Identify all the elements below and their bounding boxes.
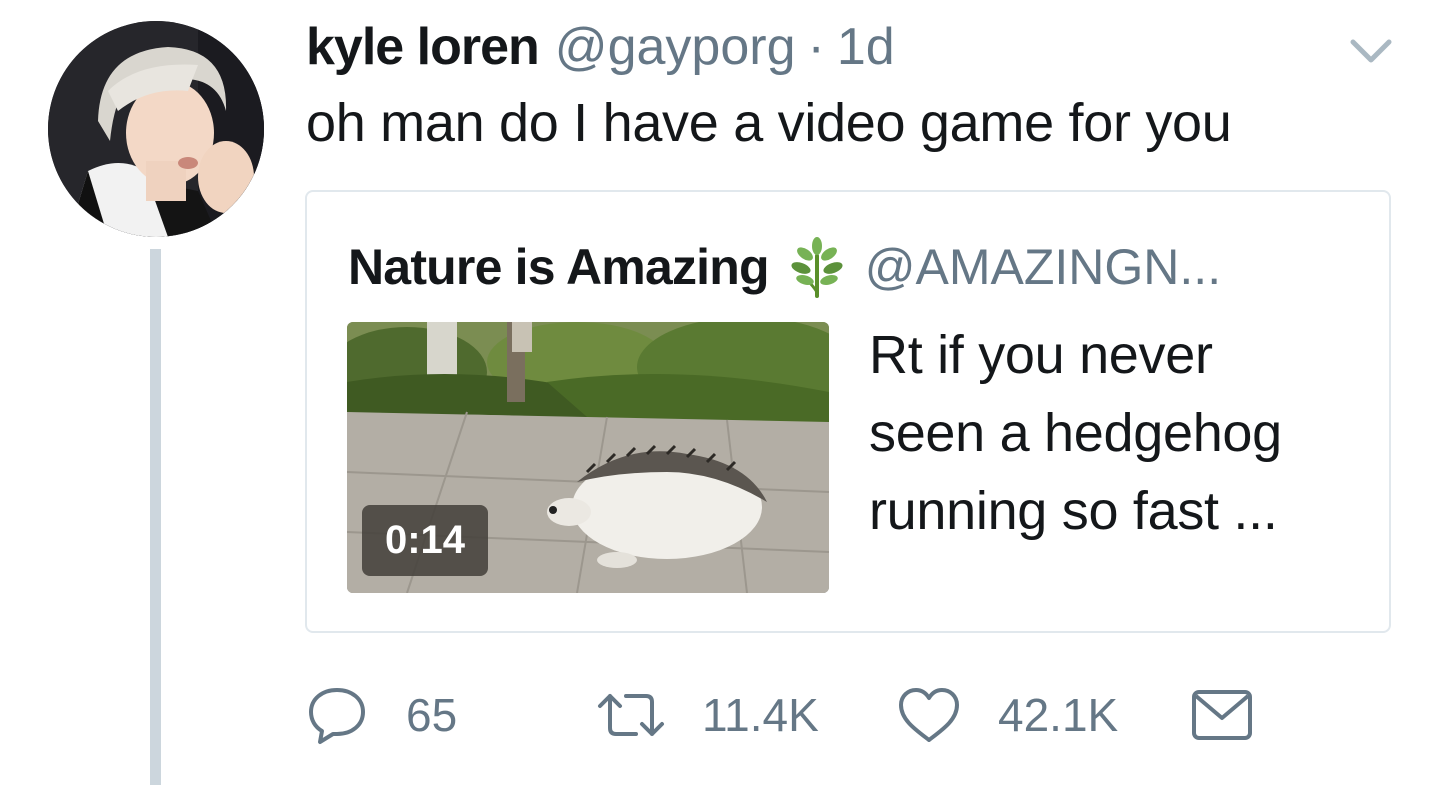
quoted-author-name: Nature is Amazing	[348, 239, 770, 295]
envelope-icon	[1192, 690, 1252, 740]
avatar[interactable]	[48, 21, 264, 237]
thread-line	[150, 249, 161, 785]
author-handle[interactable]: @gayporg	[555, 17, 796, 77]
chevron-down-icon[interactable]	[1350, 34, 1392, 68]
quoted-tweet-header: Nature is Amazing @AMAZINGN...	[348, 234, 1221, 300]
retweet-button[interactable]: 11.4K	[594, 680, 819, 750]
retweet-icon	[598, 694, 664, 736]
reply-button[interactable]: 65	[306, 680, 457, 750]
author-name[interactable]: kyle loren	[306, 17, 540, 77]
video-thumbnail[interactable]: 0:14	[347, 322, 829, 593]
timestamp[interactable]: 1d	[837, 17, 895, 77]
quoted-text-line: seen a hedgehog	[869, 403, 1282, 463]
quoted-text-line: running so fast ...	[869, 481, 1278, 541]
reply-icon	[309, 688, 365, 744]
reply-count: 65	[406, 689, 458, 741]
direct-message-button[interactable]	[1190, 680, 1254, 750]
video-duration-badge: 0:14	[362, 505, 488, 576]
action-bar: 65 11.4K 42.1K	[306, 680, 1266, 750]
separator-dot: ·	[807, 18, 825, 76]
quoted-tweet[interactable]: Nature is Amazing @AMAZINGN... 0:14 Rt i…	[305, 190, 1391, 633]
retweet-count: 11.4K	[702, 689, 819, 741]
like-button[interactable]: 42.1K	[896, 680, 1118, 750]
heart-icon	[899, 688, 959, 742]
like-count: 42.1K	[998, 689, 1119, 741]
herb-emoji-icon	[791, 237, 843, 298]
tweet-text: oh man do I have a video game for you	[306, 93, 1232, 153]
tweet-header: kyle loren @gayporg · 1d	[306, 14, 895, 80]
quoted-tweet-text: Rt if you never seen a hedgehog running …	[869, 316, 1369, 550]
quoted-text-line: Rt if you never	[869, 325, 1213, 385]
profile-photo	[48, 21, 264, 237]
quoted-author-handle: @AMAZINGN...	[864, 239, 1222, 295]
